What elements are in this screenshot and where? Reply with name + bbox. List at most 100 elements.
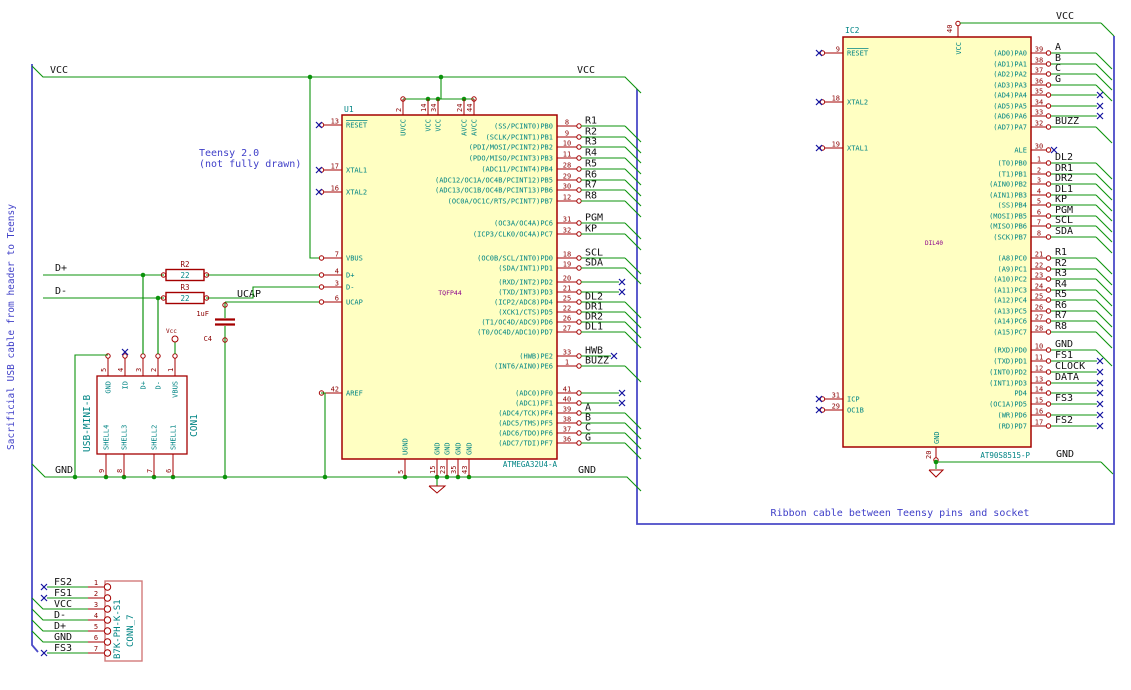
resistor-ref: R3 [180,283,189,292]
net-label: A [1055,42,1061,53]
pin-number: 32 [563,227,571,235]
gnd-symbol [428,485,447,494]
pin-name: VBUS [172,381,180,398]
pin-end [1045,287,1052,293]
pin-number: 6 [335,295,339,303]
pin-name: PD4 [1014,390,1027,398]
net-label: D- [55,286,67,297]
pin-end [1045,297,1052,303]
pin-end [576,279,582,285]
ic2-ref: IC2 [845,26,860,35]
net-label: KP [1055,194,1067,205]
conn7-pad [103,638,112,646]
pin-end [1045,61,1052,67]
pin-number: 44 [466,104,474,112]
pin-number: 21 [563,285,571,293]
pin-end [576,255,582,261]
conn7-pad [103,583,112,591]
pin-number: 39 [563,406,571,414]
pin-name: GND [444,442,452,455]
pin-number: 5 [100,368,108,372]
pin-name: (ADC7/TDI)PF7 [498,440,553,448]
pin-number: 19 [832,141,840,149]
net-label: R8 [1055,321,1067,332]
wire [624,257,642,275]
pin-end [1045,318,1052,324]
cap-ref: C4 [204,335,212,343]
net-label: R3 [1055,268,1067,279]
pin-number: 34 [1035,99,1043,107]
pin-name: (ADC4/TCK)PF4 [498,410,553,418]
pin-name: (AD4)PA4 [993,92,1027,100]
pin-number: 7 [146,469,154,473]
net-label: D+ [54,621,66,632]
resistor-ref: R2 [180,260,189,269]
pin-number: 11 [1035,354,1043,362]
net-label: G [1055,74,1061,85]
pin-number: 17 [331,163,339,171]
pin-end [1045,308,1052,314]
conn7-pad [103,627,112,635]
teensy-note-line2: (not fully drawn) [199,159,301,170]
net-label: R7 [585,180,597,191]
pin-name: (SCK)PB7 [993,234,1027,242]
pin-name: SHELL3 [121,425,129,450]
wire [624,331,642,349]
pin-number: 37 [563,426,571,434]
pin-number: 24 [456,104,464,112]
pin-name: (T0)PB0 [997,160,1027,168]
power-flag-label: Vcc [166,328,177,335]
pin-end [1045,171,1052,177]
u1-footprint: TQFP44 [438,289,462,297]
vcc-rail [31,65,642,94]
pin-number: 38 [563,416,571,424]
conn7-pad [103,605,112,613]
conn7-value: B7K-PH-K-S1 [113,599,123,659]
pin-number: 20 [925,451,933,459]
pin-end [318,272,325,278]
pin-name: UVCC [400,119,408,136]
ic2-value: AT90S8515-P [980,451,1030,460]
pin-end [1045,390,1052,396]
pin-number: 27 [563,325,571,333]
pin-name: (AIN0)PB2 [989,181,1027,189]
wire [624,432,642,450]
ribbon-cable-note: Ribbon cable between Teensy pins and soc… [771,508,1030,519]
pin-end [1045,380,1052,386]
net-label: DATA [1055,372,1079,383]
pin-end [576,329,582,335]
pin-number: 33 [1035,109,1043,117]
pin-number: 17 [1035,419,1043,427]
pin-name: (PDO/MISO/PCINT3)PB3 [469,155,553,163]
net-label: VCC [50,65,68,76]
pin-number: 43 [461,466,469,474]
net-label: DR2 [1055,173,1073,184]
wire [206,286,319,299]
pin-end [576,319,582,325]
pin-name: (AD5)PA5 [993,103,1027,111]
pin-number: 14 [1035,386,1043,394]
pin-end [576,177,582,183]
conn7-ref: CONN_7 [126,614,136,647]
pin-number: 22 [563,305,571,313]
conn7-pad [103,649,112,657]
pin-name: D- [155,381,163,389]
pin-number: 1 [1037,156,1041,164]
pin-end [1045,50,1052,56]
net-label: FS1 [54,588,72,599]
pin-name: XTAL2 [346,189,367,197]
pin-name: (SS)PB4 [997,202,1027,210]
pin-number: 29 [832,403,840,411]
pin-name: ID [122,381,130,389]
pin-number: 15 [429,466,437,474]
net-label: R5 [585,159,597,170]
pin-end [1045,181,1052,187]
pin-number: 9 [836,46,840,54]
wire [1095,349,1113,367]
pin-name: AVCC [471,119,479,136]
usb-cable-bus [31,64,39,653]
pin-number: 37 [1035,67,1043,75]
u1-ref: U1 [344,105,354,114]
pin-end [1045,329,1052,335]
pin-number: 2 [94,590,98,598]
